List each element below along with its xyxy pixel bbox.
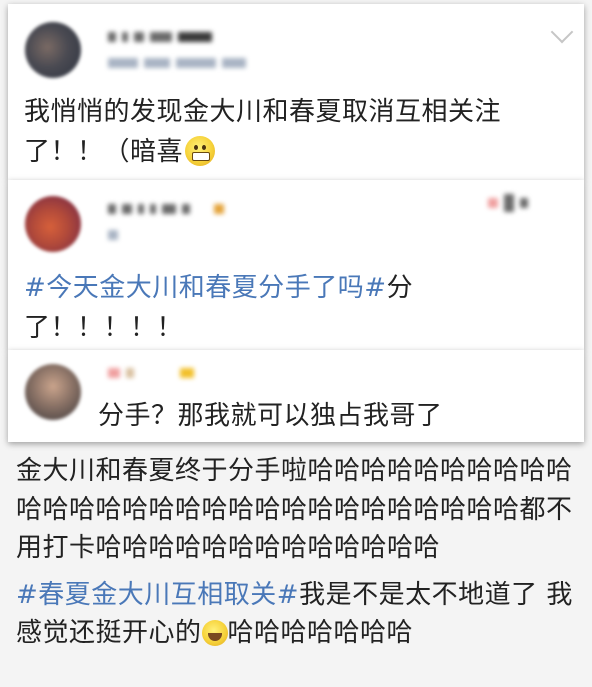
post-text: 我悄悄的发现金大川和春夏取消互相关注了！！（暗喜: [24, 92, 572, 172]
post-body: 我悄悄的发现金大川和春夏取消互相关注了！！（暗喜: [24, 97, 502, 167]
caption-text: 金大川和春夏终于分手啦哈哈哈哈哈哈哈哈哈哈哈哈哈哈哈哈哈哈哈哈哈哈哈哈哈哈哈哈哈…: [16, 452, 580, 653]
user-avatar[interactable]: [25, 22, 81, 78]
caption-paragraph-2: #春夏金大川互相取关#我是不是太不地道了 我感觉还挺开心的 哈哈哈哈哈哈哈: [16, 576, 580, 653]
screenshot-collage: 我悄悄的发现金大川和春夏取消互相关注了！！（暗喜 #今天金大川和春夏分手了吗#分…: [0, 0, 592, 687]
reply-card[interactable]: 分手？那我就可以独占我哥了: [8, 350, 584, 442]
laughing-face-icon: [201, 620, 228, 646]
username-blurred[interactable]: [108, 32, 212, 42]
comment-text: #今天金大川和春夏分手了吗#分了！！！！！: [24, 268, 572, 348]
chevron-down-icon[interactable]: [550, 20, 574, 44]
hashtag-link[interactable]: #今天金大川和春夏分手了吗#: [24, 273, 387, 303]
caption-paragraph-2-laugh: 哈哈哈哈哈哈哈: [227, 618, 414, 648]
post-meta-blurred: [108, 58, 246, 68]
commenter-avatar[interactable]: [25, 196, 81, 252]
replier-avatar[interactable]: [25, 364, 81, 420]
reply-text: 分手？那我就可以独占我哥了: [98, 401, 443, 431]
hashtag-link[interactable]: #春夏金大川互相取关#: [16, 580, 299, 610]
like-area-blurred[interactable]: [488, 194, 528, 212]
commenter-name-blurred[interactable]: [108, 204, 224, 214]
comment-meta-blurred: [108, 230, 118, 240]
comment-card[interactable]: #今天金大川和春夏分手了吗#分了！！！！！: [8, 180, 584, 350]
weibo-post-card[interactable]: 我悄悄的发现金大川和春夏取消互相关注了！！（暗喜: [8, 4, 584, 180]
grimacing-face-icon: [185, 136, 216, 166]
caption-paragraph-1: 金大川和春夏终于分手啦哈哈哈哈哈哈哈哈哈哈哈哈哈哈哈哈哈哈哈哈哈哈哈哈哈哈哈哈哈…: [16, 456, 573, 563]
replier-name-blurred[interactable]: [108, 368, 194, 378]
